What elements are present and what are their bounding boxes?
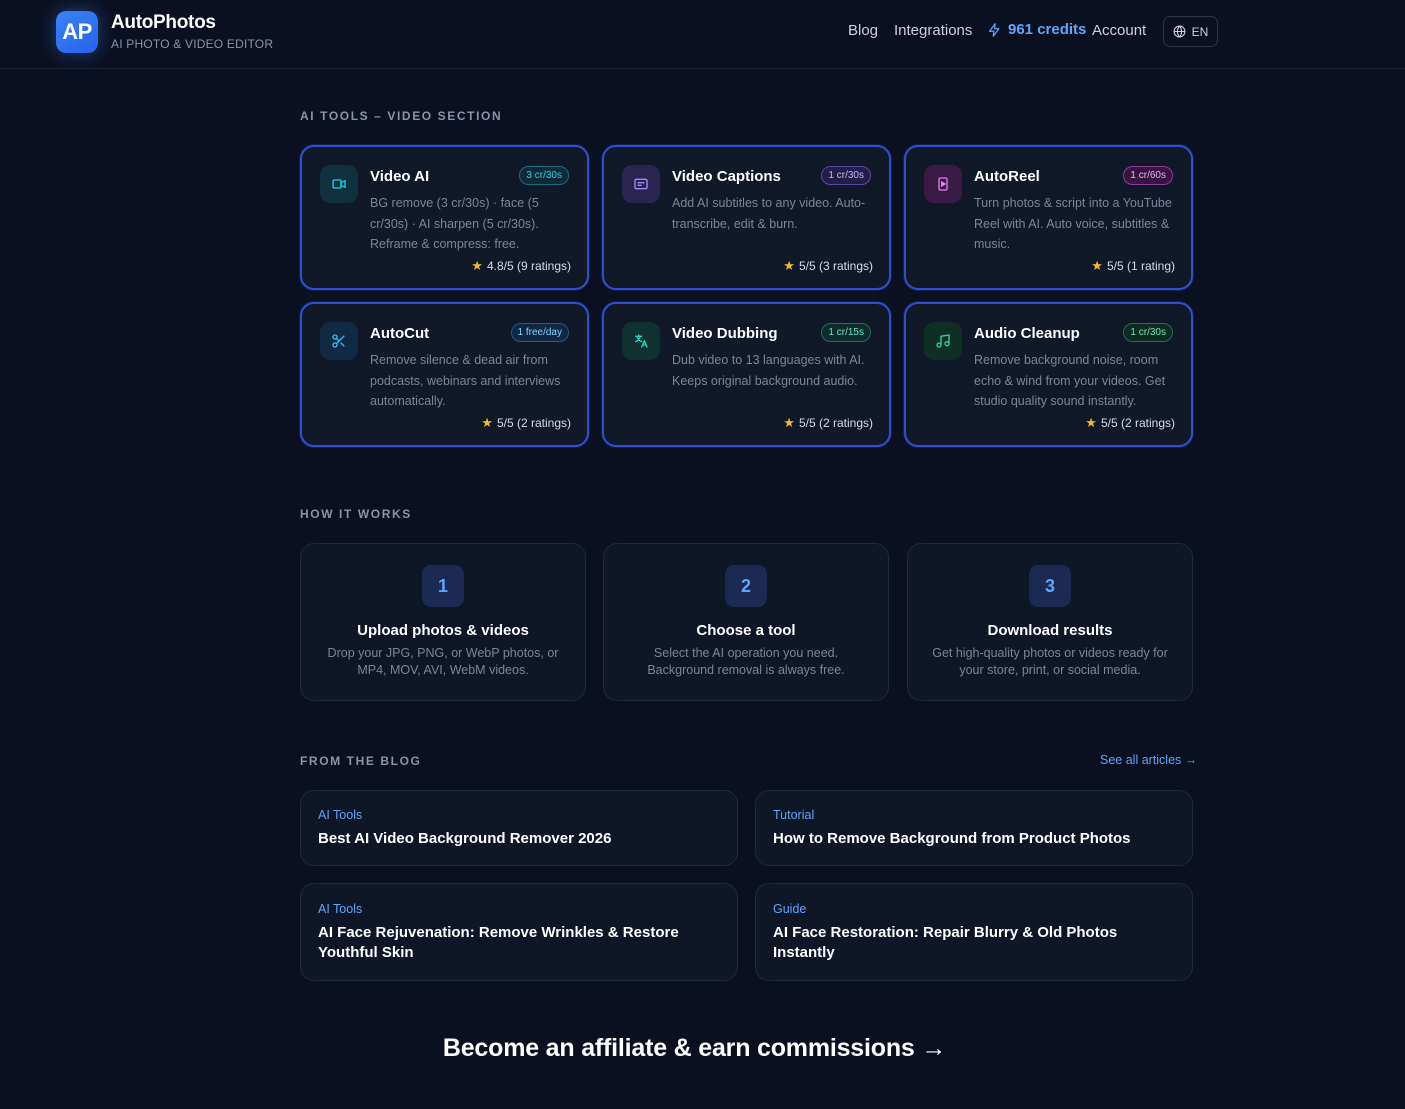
tool-card-autocut[interactable]: AutoCut 1 free/day Remove silence & dead… [300,302,589,447]
credit-badge: 3 cr/30s [519,166,569,185]
step-description: Select the AI operation you need. Backgr… [647,646,845,677]
star-icon: ★ [1085,415,1097,430]
tool-title: Video Dubbing [672,325,778,342]
step-number: 3 [1029,565,1071,607]
blog-title: Best AI Video Background Remover 2026 [318,830,612,847]
step-title: Choose a tool [696,622,796,639]
step-card-3: 3 Download results Get high-quality phot… [907,543,1193,701]
brand-tagline: AI PHOTO & VIDEO EDITOR [111,37,274,51]
step-description: Drop your JPG, PNG, or WebP photos, or M… [327,646,559,677]
star-icon: ★ [1091,258,1103,273]
tool-rating: ★ 4.8/5 (9 ratings) [471,258,571,274]
tool-title: Audio Cleanup [974,325,1080,342]
blog-title: AI Face Rejuvenation: Remove Wrinkles & … [318,924,679,961]
credit-badge: 1 cr/60s [1123,166,1173,185]
tool-rating: ★ 5/5 (2 ratings) [481,415,571,431]
star-icon: ★ [783,415,795,430]
rating-text: 5/5 (3 ratings) [798,259,873,273]
lightning-icon [988,22,1000,37]
star-icon: ★ [471,258,483,273]
tool-rating: ★ 5/5 (2 ratings) [783,415,873,431]
tool-rating: ★ 5/5 (2 ratings) [1085,415,1175,431]
blog-card[interactable]: Tutorial How to Remove Background from P… [755,790,1193,866]
credit-badge: 1 cr/30s [1123,323,1173,342]
blog-category: Guide [773,902,807,916]
nav-account-link[interactable]: Account [1092,22,1146,39]
credit-badge: 1 free/day [510,323,569,342]
tool-title: AutoReel [974,168,1040,185]
tool-title: AutoCut [370,325,430,342]
globe-icon [1173,25,1186,38]
blog-card[interactable]: Guide AI Face Restoration: Repair Blurry… [755,883,1193,981]
step-title: Upload photos & videos [357,622,529,639]
blog-category: AI Tools [318,808,363,822]
brand-name[interactable]: AutoPhotos [111,12,216,34]
language-label: EN [1191,24,1209,39]
blog-category: AI Tools [318,902,363,916]
blog-title: How to Remove Background from Product Ph… [773,830,1131,847]
blog-card[interactable]: AI Tools AI Face Rejuvenation: Remove Wr… [300,883,738,981]
nav-blog-link[interactable]: Blog [848,22,878,39]
see-all-articles-link[interactable]: See all articles → [1100,753,1197,767]
nav-credits-link[interactable]: 961 credits [987,21,1086,38]
tool-title: Video Captions [672,168,781,185]
rating-text: 5/5 (1 rating) [1106,259,1175,273]
tool-card-video-dubbing[interactable]: Video Dubbing 1 cr/15s Dub video to 13 l… [602,302,891,447]
step-title: Download results [987,622,1113,639]
blog-title: AI Face Restoration: Repair Blurry & Old… [773,924,1118,961]
rating-text: 5/5 (2 ratings) [1100,416,1175,430]
blog-section-label: FROM THE BLOG [300,754,422,768]
scissors-icon [320,322,358,360]
tool-description: Remove background noise, room echo & win… [974,353,1166,408]
reel-icon [924,165,962,203]
credit-badge: 1 cr/15s [821,323,871,342]
tool-description: Dub video to 13 languages with AI. Keeps… [672,353,865,388]
tool-rating: ★ 5/5 (3 ratings) [783,258,873,274]
tools-section-label: AI TOOLS – VIDEO SECTION [300,109,503,123]
credit-badge: 1 cr/30s [821,166,871,185]
tool-card-video-captions[interactable]: Video Captions 1 cr/30s Add AI subtitles… [602,145,891,290]
blog-card[interactable]: AI Tools Best AI Video Background Remove… [300,790,738,866]
tool-card-autoreel[interactable]: AutoReel 1 cr/60s Turn photos & script i… [904,145,1193,290]
credits-count: 961 credits [1008,21,1087,38]
tool-description: Turn photos & script into a YouTube Reel… [974,196,1172,251]
blog-category: Tutorial [773,808,815,822]
step-number: 1 [422,565,464,607]
nav-integrations-link[interactable]: Integrations [894,22,972,39]
captions-icon [622,165,660,203]
step-card-1: 1 Upload photos & videos Drop your JPG, … [300,543,586,701]
step-number: 2 [725,565,767,607]
step-card-2: 2 Choose a tool Select the AI operation … [603,543,889,701]
tool-description: BG remove (3 cr/30s) · face (5 cr/30s) ·… [370,196,539,251]
tool-description: Add AI subtitles to any video. Auto-tran… [672,196,866,231]
rating-text: 5/5 (2 ratings) [496,416,571,430]
star-icon: ★ [783,258,795,273]
tool-rating: ★ 5/5 (1 rating) [1091,258,1175,274]
top-bar: AP AutoPhotos AI PHOTO & VIDEO EDITOR Bl… [0,0,1405,69]
star-icon: ★ [481,415,493,430]
logo[interactable]: AP [56,11,98,53]
tool-card-video-ai[interactable]: Video AI 3 cr/30s BG remove (3 cr/30s) ·… [300,145,589,290]
translate-icon [622,322,660,360]
tool-description: Remove silence & dead air from podcasts,… [370,353,561,408]
step-description: Get high-quality photos or videos ready … [932,646,1168,677]
affiliate-link[interactable]: Become an affiliate & earn commissions → [0,1034,1397,1063]
tool-card-audio-cleanup[interactable]: Audio Cleanup 1 cr/30s Remove background… [904,302,1193,447]
rating-text: 4.8/5 (9 ratings) [486,259,571,273]
music-note-icon [924,322,962,360]
language-button[interactable]: EN [1163,16,1218,47]
tool-title: Video AI [370,168,430,185]
rating-text: 5/5 (2 ratings) [798,416,873,430]
how-it-works-label: HOW IT WORKS [300,507,412,521]
video-camera-icon [320,165,358,203]
